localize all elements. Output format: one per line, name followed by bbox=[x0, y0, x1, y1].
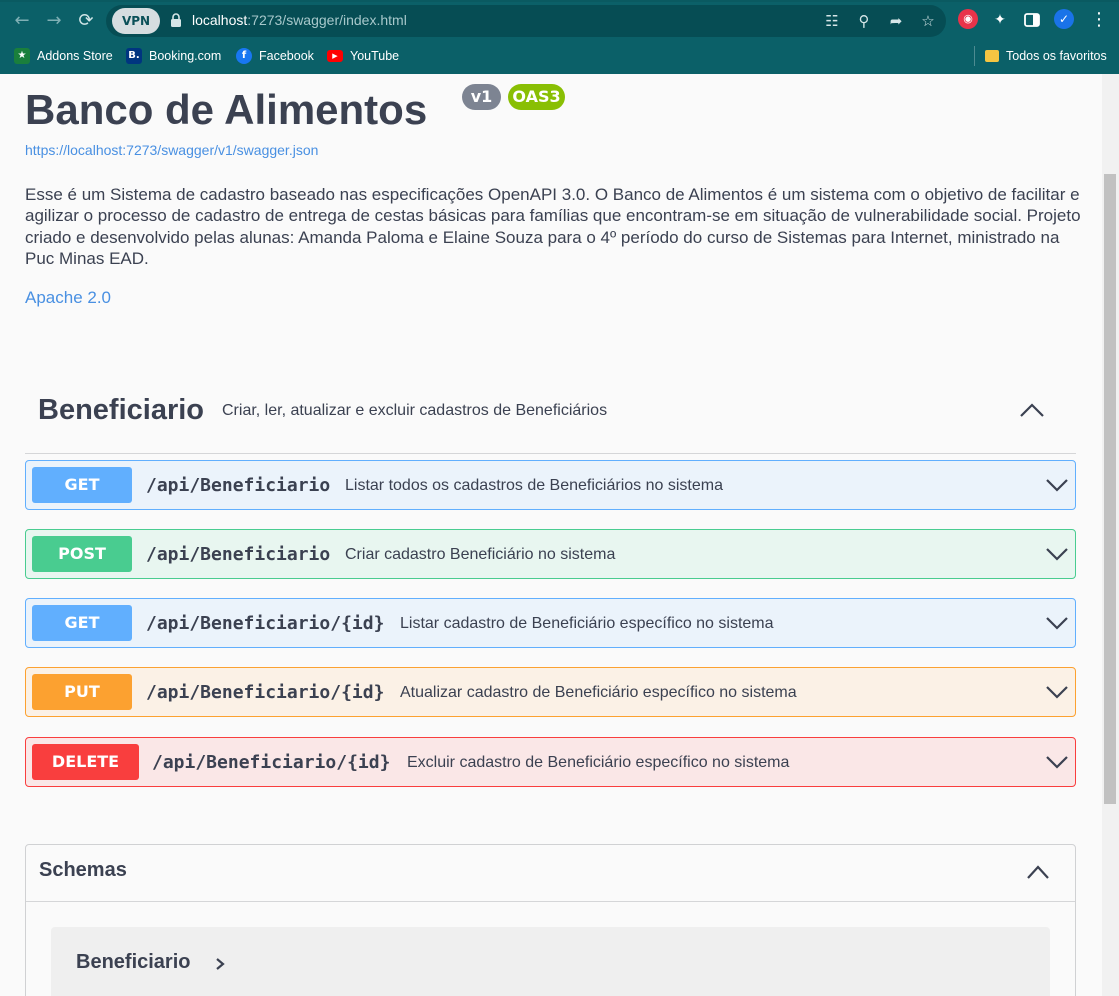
side-panel-icon[interactable] bbox=[1021, 9, 1043, 31]
operation-path: /api/Beneficiario bbox=[146, 475, 331, 496]
model-beneficiario[interactable]: Beneficiario bbox=[51, 927, 1050, 996]
bookmark-booking[interactable]: B. Booking.com bbox=[126, 46, 221, 66]
facebook-icon: f bbox=[236, 48, 252, 64]
schemas-header[interactable]: Schemas bbox=[26, 845, 1075, 902]
operation-path: /api/Beneficiario/{id} bbox=[146, 613, 385, 634]
vpn-badge[interactable]: VPN bbox=[112, 8, 160, 34]
url-path: :7273/swagger/index.html bbox=[247, 12, 407, 28]
chevron-up-icon[interactable] bbox=[1026, 864, 1050, 880]
spec-badge: OAS3 bbox=[508, 84, 565, 110]
bookmarks-separator bbox=[974, 46, 975, 66]
bookmark-label: Todos os favoritos bbox=[1006, 49, 1107, 63]
all-bookmarks-folder[interactable]: Todos os favoritos bbox=[985, 46, 1107, 66]
lock-icon[interactable] bbox=[170, 13, 182, 27]
operation-summary: Atualizar cadastro de Beneficiário espec… bbox=[400, 684, 797, 701]
scrollbar-thumb[interactable] bbox=[1104, 174, 1116, 804]
bookmark-label: YouTube bbox=[350, 49, 400, 63]
operation-get-beneficiario[interactable]: GET /api/Beneficiario Listar todos os ca… bbox=[25, 460, 1076, 510]
bookmark-facebook[interactable]: f Facebook bbox=[236, 46, 314, 66]
chevron-down-icon[interactable] bbox=[1045, 478, 1069, 492]
operation-summary: Criar cadastro Beneficiário no sistema bbox=[345, 546, 616, 563]
share-icon[interactable]: ➦ bbox=[886, 11, 906, 31]
method-badge: GET bbox=[32, 605, 132, 641]
bookmark-label: Facebook bbox=[259, 49, 314, 63]
operation-put-beneficiario-id[interactable]: PUT /api/Beneficiario/{id} Atualizar cad… bbox=[25, 667, 1076, 717]
profile-check-icon[interactable]: ✓ bbox=[1054, 9, 1074, 29]
operation-path: /api/Beneficiario/{id} bbox=[152, 752, 391, 773]
bookmark-label: Addons Store bbox=[37, 49, 113, 63]
chevron-down-icon[interactable] bbox=[1045, 547, 1069, 561]
bookmark-addons-store[interactable]: ★ Addons Store bbox=[14, 46, 113, 66]
chevron-right-icon[interactable] bbox=[215, 957, 225, 971]
license-link[interactable]: Apache 2.0 bbox=[25, 288, 111, 308]
extension-lock-icon[interactable]: ◉ bbox=[958, 9, 978, 29]
tag-name[interactable]: Beneficiario bbox=[38, 394, 204, 427]
schemas-title[interactable]: Schemas bbox=[39, 859, 127, 882]
bookmark-youtube[interactable]: ▶ YouTube bbox=[327, 46, 399, 66]
operation-post-beneficiario[interactable]: POST /api/Beneficiario Criar cadastro Be… bbox=[25, 529, 1076, 579]
operation-summary: Listar todos os cadastros de Beneficiári… bbox=[345, 477, 723, 494]
browser-toolbar: ← → ⟳ VPN localhost:7273/swagger/index.h… bbox=[0, 0, 1119, 74]
api-description: Esse é um Sistema de cadastro baseado na… bbox=[25, 185, 1081, 268]
back-arrow-icon[interactable]: ← bbox=[10, 9, 34, 33]
chevron-up-icon[interactable] bbox=[1019, 402, 1045, 418]
swagger-json-link[interactable]: https://localhost:7273/swagger/v1/swagge… bbox=[25, 142, 318, 158]
operation-summary: Excluir cadastro de Beneficiário específ… bbox=[407, 754, 790, 771]
chevron-down-icon[interactable] bbox=[1045, 755, 1069, 769]
url-host: localhost bbox=[192, 12, 248, 28]
menu-kebab-icon[interactable]: ⋮ bbox=[1088, 9, 1110, 31]
page-title: Banco de Alimentos bbox=[25, 86, 428, 133]
bookmark-label: Booking.com bbox=[149, 49, 222, 63]
reload-icon[interactable]: ⟳ bbox=[74, 9, 98, 33]
addons-store-icon: ★ bbox=[14, 48, 30, 64]
address-bar[interactable]: VPN localhost:7273/swagger/index.html ☷ … bbox=[106, 5, 946, 37]
youtube-icon: ▶ bbox=[327, 50, 343, 62]
operation-path: /api/Beneficiario/{id} bbox=[146, 682, 385, 703]
booking-icon: B. bbox=[126, 48, 142, 64]
extensions-puzzle-icon[interactable]: ✦ bbox=[989, 9, 1011, 31]
tag-beneficiario-header[interactable]: Beneficiario Criar, ler, atualizar e exc… bbox=[25, 384, 1076, 454]
model-name[interactable]: Beneficiario bbox=[76, 951, 190, 974]
chevron-down-icon[interactable] bbox=[1045, 616, 1069, 630]
operation-delete-beneficiario-id[interactable]: DELETE /api/Beneficiario/{id} Excluir ca… bbox=[25, 737, 1076, 787]
operation-path: /api/Beneficiario bbox=[146, 544, 331, 565]
url-text[interactable]: localhost:7273/swagger/index.html bbox=[192, 12, 407, 28]
version-badge: v1 bbox=[462, 84, 501, 110]
schemas-section: Schemas Beneficiario bbox=[25, 844, 1076, 996]
method-badge: DELETE bbox=[32, 744, 139, 780]
toolbar-edge bbox=[0, 0, 1119, 2]
translate-icon[interactable]: ☷ bbox=[822, 11, 842, 31]
method-badge: POST bbox=[32, 536, 132, 572]
star-bookmark-icon[interactable]: ☆ bbox=[918, 11, 938, 31]
bookmarks-bar: ★ Addons Store B. Booking.com f Facebook… bbox=[0, 42, 1119, 70]
method-badge: PUT bbox=[32, 674, 132, 710]
forward-arrow-icon[interactable]: → bbox=[42, 9, 66, 33]
folder-icon bbox=[985, 50, 999, 62]
chevron-down-icon[interactable] bbox=[1045, 685, 1069, 699]
operation-get-beneficiario-id[interactable]: GET /api/Beneficiario/{id} Listar cadast… bbox=[25, 598, 1076, 648]
tag-description: Criar, ler, atualizar e excluir cadastro… bbox=[222, 402, 608, 419]
zoom-icon[interactable]: ⚲ bbox=[854, 11, 874, 31]
operation-summary: Listar cadastro de Beneficiário específi… bbox=[400, 615, 774, 632]
method-badge: GET bbox=[32, 467, 132, 503]
